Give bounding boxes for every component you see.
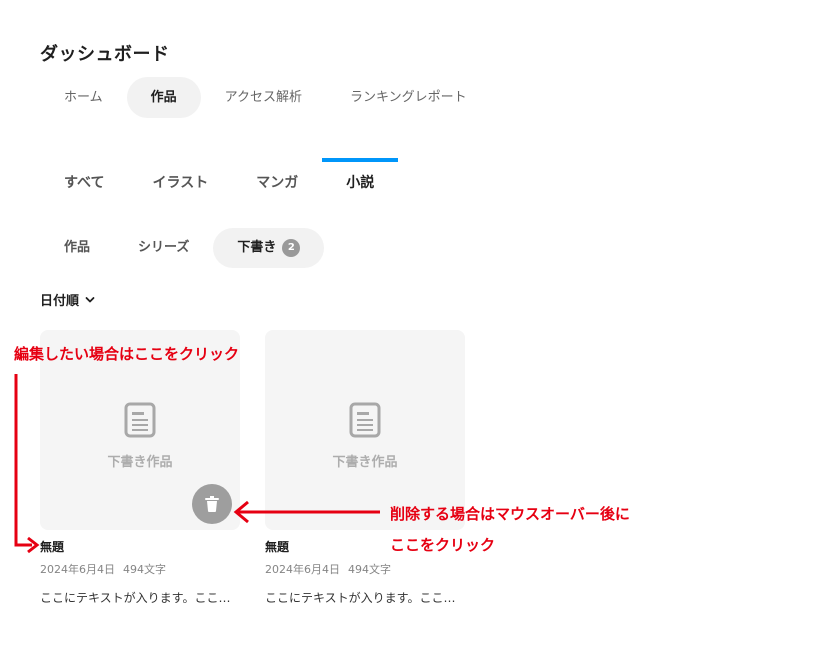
subtab-series-label: シリーズ — [138, 240, 190, 255]
card-char-count: 494文字 — [348, 563, 391, 576]
edit-arrow-icon — [14, 374, 40, 554]
thumbnail-label: 下書き作品 — [107, 455, 173, 470]
trash-icon — [205, 496, 219, 512]
drafts-count-badge: 2 — [282, 239, 301, 257]
card-char-count: 494文字 — [123, 563, 166, 576]
card-title[interactable]: 無題 — [40, 538, 240, 555]
chevron-down-icon — [85, 296, 95, 302]
thumbnail-label: 下書き作品 — [332, 455, 398, 470]
sort-dropdown[interactable]: 日付順 — [40, 290, 95, 309]
draft-card[interactable]: 下書き作品 無題 2024年6月4日 494文字 ここにテキストが入ります。ここに… — [265, 330, 465, 606]
sub-tabs: 作品 シリーズ 下書き 2 — [40, 228, 325, 268]
nav-item-works[interactable]: 作品 — [126, 77, 201, 118]
delete-annotation-line1: 削除する場合はマウスオーバー後に — [390, 505, 630, 523]
card-date: 2024年6月4日 — [265, 563, 340, 576]
nav-item-analytics[interactable]: アクセス解析 — [201, 77, 326, 118]
card-meta: 2024年6月4日 494文字 — [40, 561, 240, 577]
sort-label: 日付順 — [40, 294, 80, 309]
delete-arrow-icon — [233, 500, 380, 524]
dashboard-nav: ホーム 作品 アクセス解析 ランキングレポート — [40, 77, 491, 118]
card-date: 2024年6月4日 — [40, 563, 115, 576]
draft-card[interactable]: 下書き作品 無題 2024年6月4日 494文字 ここにテキストが入ります。ここに… — [40, 330, 240, 606]
card-excerpt: ここにテキストが入ります。ここにテキ... — [265, 591, 465, 605]
tab-illustration[interactable]: イラスト — [128, 158, 232, 208]
page-title: ダッシュボード — [40, 44, 170, 65]
category-tabs: すべて イラスト マンガ 小説 — [40, 158, 399, 208]
tab-manga[interactable]: マンガ — [232, 158, 322, 208]
delete-annotation-line2: ここをクリック — [390, 536, 496, 554]
nav-item-ranking-report[interactable]: ランキングレポート — [326, 77, 491, 118]
subtab-drafts[interactable]: 下書き 2 — [213, 228, 325, 268]
card-excerpt: ここにテキストが入ります。ここにテキ... — [40, 591, 240, 605]
nav-item-home[interactable]: ホーム — [40, 77, 127, 118]
subtab-works[interactable]: 作品 — [40, 228, 114, 268]
subtab-series[interactable]: シリーズ — [114, 228, 213, 268]
delete-button[interactable] — [192, 484, 232, 524]
subtab-works-label: 作品 — [64, 240, 91, 255]
document-icon — [124, 402, 156, 438]
tab-all[interactable]: すべて — [40, 158, 128, 208]
document-icon — [349, 402, 381, 438]
card-meta: 2024年6月4日 494文字 — [265, 561, 465, 577]
tab-novel[interactable]: 小説 — [322, 158, 399, 208]
subtab-drafts-label: 下書き — [237, 240, 277, 255]
edit-annotation: 編集したい場合はここをクリック — [14, 345, 240, 363]
